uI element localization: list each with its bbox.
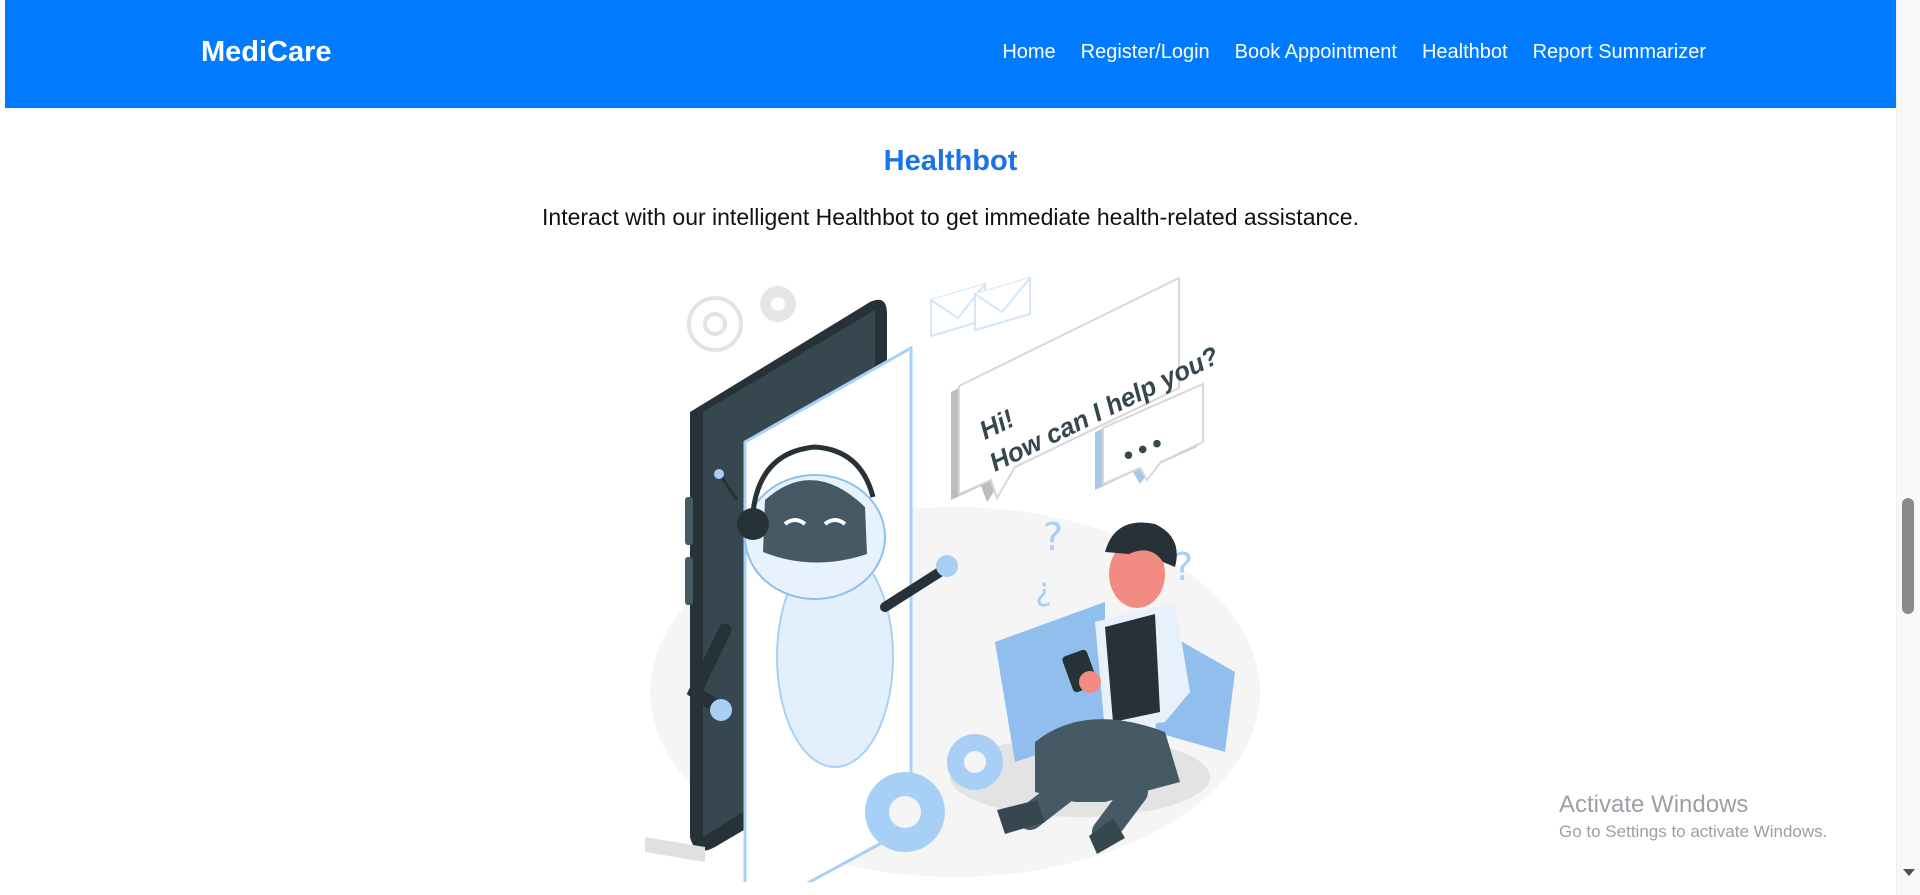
page-description: Interact with our intelligent Healthbot … (542, 204, 1359, 230)
nav-links: Home Register/Login Book Appointment Hea… (1002, 38, 1706, 66)
mail-icon (930, 276, 1031, 338)
gear-icon (687, 296, 743, 352)
watermark-subtitle: Go to Settings to activate Windows. (1559, 822, 1828, 841)
scrollbar-thumb[interactable] (1902, 498, 1914, 614)
nav-link-home[interactable]: Home (1002, 41, 1055, 63)
browser-viewport: MediCare Home Register/Login Book Appoin… (0, 0, 1920, 895)
question-mark-icon: ¿ (1035, 570, 1052, 608)
question-mark-icon: ? (1043, 515, 1063, 559)
nav-link-book-appointment[interactable]: Book Appointment (1235, 41, 1397, 63)
nav-link-report-summarizer[interactable]: Report Summarizer (1533, 41, 1706, 63)
nav-link-register-login[interactable]: Register/Login (1081, 41, 1210, 63)
brand-logo[interactable]: MediCare (201, 33, 332, 71)
page-title: Healthbot (883, 145, 1018, 177)
watermark-title: Activate Windows (1559, 791, 1749, 818)
windows-activation-watermark: Activate Windows Go to Settings to activ… (1559, 790, 1827, 844)
vertical-scrollbar[interactable] (1896, 0, 1920, 895)
scroll-down-arrow-icon[interactable] (1903, 869, 1915, 876)
nav-link-healthbot[interactable]: Healthbot (1422, 41, 1508, 63)
gear-icon (760, 286, 796, 322)
page: MediCare Home Register/Login Book Appoin… (5, 0, 1896, 891)
navbar: MediCare Home Register/Login Book Appoin… (5, 0, 1896, 108)
healthbot-illustration: Hi! How can I help you? ••• ? ? ¿ (645, 276, 1260, 882)
